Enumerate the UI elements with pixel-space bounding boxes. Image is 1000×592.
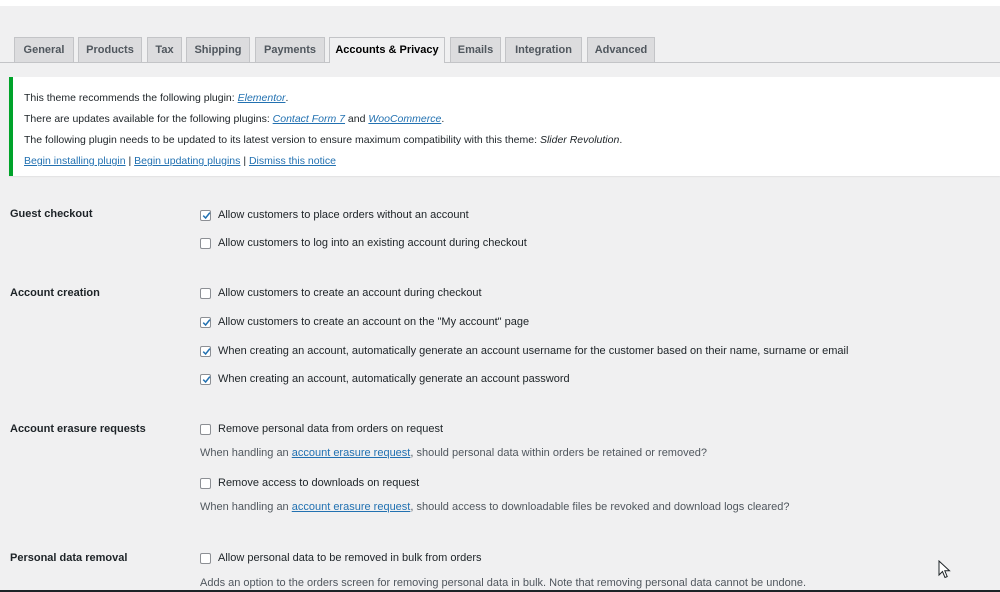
erasure-opt2-checkbox[interactable] bbox=[200, 477, 211, 489]
account-erasure-request-link-1[interactable]: account erasure request bbox=[292, 447, 411, 459]
creation-opt3-option[interactable]: When creating an account, automatically … bbox=[200, 344, 848, 358]
tab-accounts-privacy[interactable]: Accounts & Privacy bbox=[329, 37, 445, 63]
creation-opt2-option[interactable]: Allow customers to create an account on … bbox=[200, 315, 529, 329]
removal-opt1-option[interactable]: Allow personal data to be removed in bul… bbox=[200, 551, 482, 565]
notice-compat-line: The following plugin needs to be updated… bbox=[24, 134, 623, 146]
tab-advanced[interactable]: Advanced bbox=[587, 37, 655, 62]
elementor-link[interactable]: Elementor bbox=[238, 92, 286, 104]
guest-opt2-option[interactable]: Allow customers to log into an existing … bbox=[200, 236, 527, 250]
account-erasure-label: Account erasure requests bbox=[10, 423, 146, 435]
erasure-opt2-option[interactable]: Remove access to downloads on request bbox=[200, 476, 419, 490]
begin-updating-link[interactable]: Begin updating plugins bbox=[134, 155, 240, 167]
contact-form-7-link[interactable]: Contact Form 7 bbox=[273, 113, 345, 125]
notice-updates-line: There are updates available for the foll… bbox=[24, 113, 445, 125]
erasure-desc2: When handling an account erasure request… bbox=[200, 501, 790, 513]
creation-opt4-option[interactable]: When creating an account, automatically … bbox=[200, 372, 570, 386]
settings-tabs: General Products Tax Shipping Payments A… bbox=[0, 26, 1000, 63]
checkmark-icon bbox=[202, 375, 211, 383]
erasure-desc1: When handling an account erasure request… bbox=[200, 447, 707, 459]
personal-data-removal-label: Personal data removal bbox=[10, 552, 128, 564]
notice-actions-line: Begin installing plugin | Begin updating… bbox=[24, 155, 336, 167]
guest-checkout-label: Guest checkout bbox=[10, 208, 93, 220]
woocommerce-link[interactable]: WooCommerce bbox=[368, 113, 441, 125]
removal-opt1-checkbox[interactable] bbox=[200, 552, 211, 564]
notice-recommend-line: This theme recommends the following plug… bbox=[24, 92, 289, 104]
plugin-notice: This theme recommends the following plug… bbox=[9, 77, 1000, 176]
checkmark-icon bbox=[202, 211, 211, 219]
tab-general[interactable]: General bbox=[14, 37, 74, 62]
creation-opt2-checkbox[interactable] bbox=[200, 316, 211, 328]
creation-opt1-option[interactable]: Allow customers to create an account dur… bbox=[200, 286, 482, 300]
account-creation-label: Account creation bbox=[10, 287, 100, 299]
erasure-opt1-checkbox[interactable] bbox=[200, 423, 211, 435]
tab-tax[interactable]: Tax bbox=[147, 37, 182, 62]
dismiss-notice-link[interactable]: Dismiss this notice bbox=[249, 155, 336, 167]
tab-shipping[interactable]: Shipping bbox=[186, 37, 250, 62]
top-bar bbox=[0, 0, 1000, 6]
checkmark-icon bbox=[202, 318, 211, 326]
guest-opt2-checkbox[interactable] bbox=[200, 237, 211, 249]
mouse-cursor-icon bbox=[938, 560, 951, 579]
creation-opt3-checkbox[interactable] bbox=[200, 345, 211, 357]
guest-opt1-option[interactable]: Allow customers to place orders without … bbox=[200, 208, 469, 222]
tab-emails[interactable]: Emails bbox=[450, 37, 501, 62]
tab-payments[interactable]: Payments bbox=[255, 37, 325, 62]
tab-products[interactable]: Products bbox=[78, 37, 142, 62]
guest-opt1-checkbox[interactable] bbox=[200, 209, 211, 221]
slider-revolution-name: Slider Revolution bbox=[539, 134, 620, 146]
checkmark-icon bbox=[202, 347, 211, 355]
tab-integration[interactable]: Integration bbox=[505, 37, 582, 62]
creation-opt1-checkbox[interactable] bbox=[200, 287, 211, 299]
removal-desc1: Adds an option to the orders screen for … bbox=[200, 577, 806, 589]
erasure-opt1-option[interactable]: Remove personal data from orders on requ… bbox=[200, 422, 443, 436]
creation-opt4-checkbox[interactable] bbox=[200, 373, 211, 385]
begin-installing-link[interactable]: Begin installing plugin bbox=[24, 155, 126, 167]
account-erasure-request-link-2[interactable]: account erasure request bbox=[292, 501, 411, 513]
